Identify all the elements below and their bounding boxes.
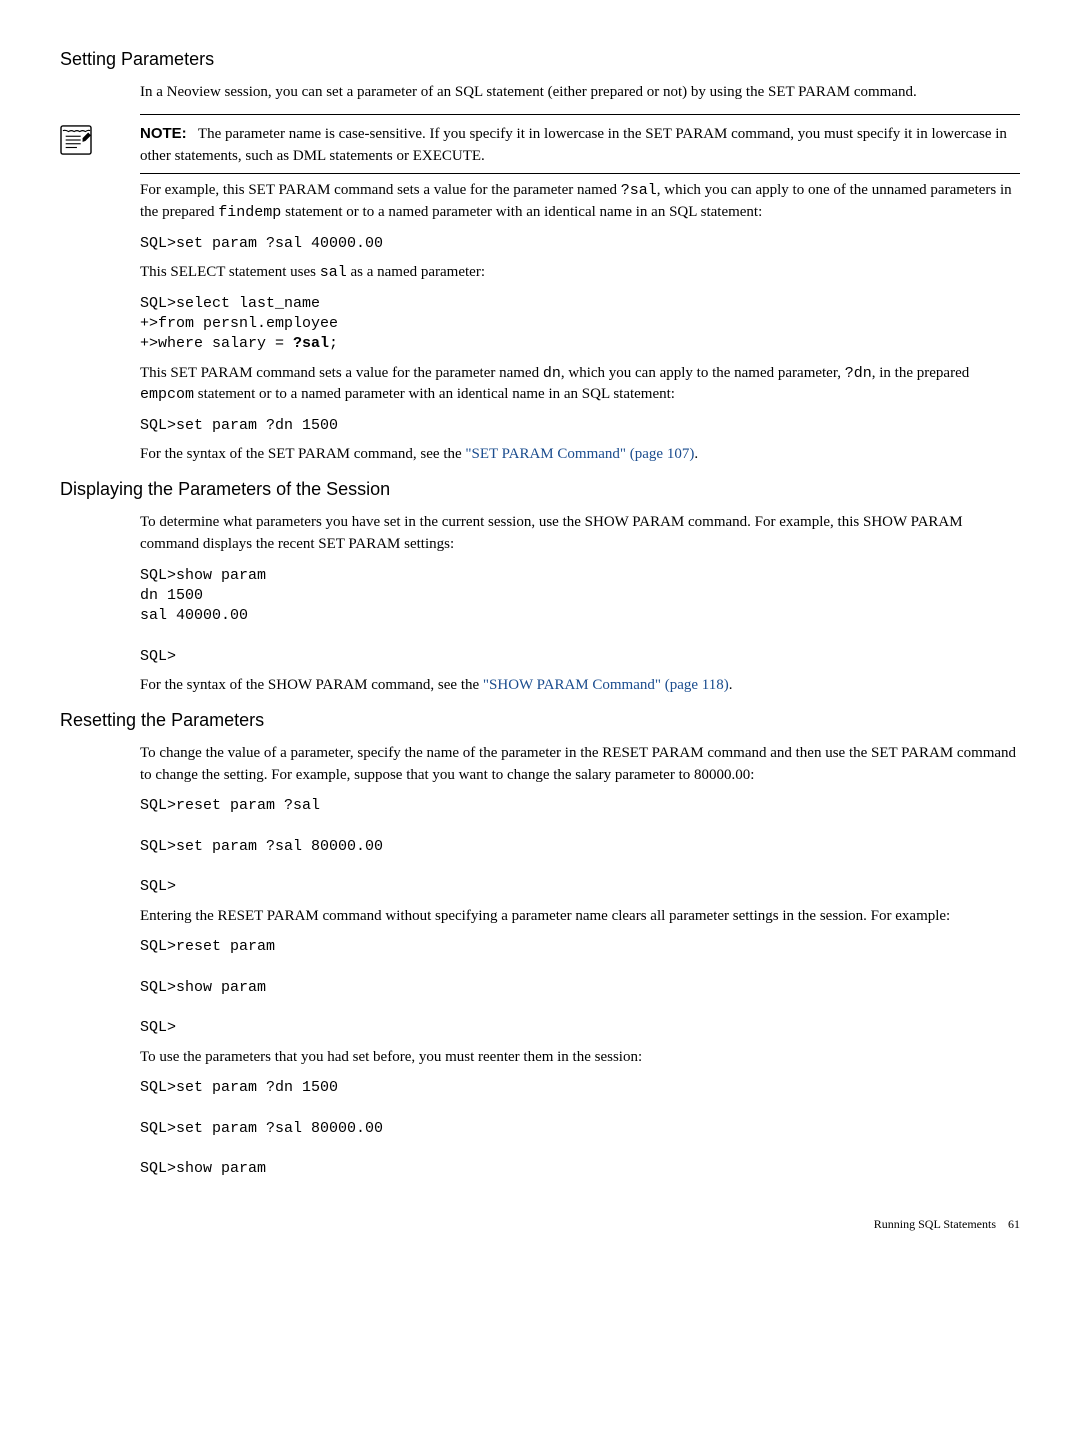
paragraph: To determine what parameters you have se… <box>140 512 1020 556</box>
note-icon <box>60 125 92 163</box>
paragraph: Entering the RESET PARAM command without… <box>140 906 1020 928</box>
heading-displaying-parameters: Displaying the Parameters of the Session <box>60 476 1020 502</box>
note-label: NOTE: <box>140 125 187 142</box>
paragraph: For example, this SET PARAM command sets… <box>140 180 1020 224</box>
paragraph: To use the parameters that you had set b… <box>140 1047 1020 1069</box>
note-block: NOTE: The parameter name is case-sensiti… <box>60 123 1020 168</box>
page-footer: Running SQL Statements 61 <box>60 1216 1020 1233</box>
inline-code: dn <box>543 365 561 382</box>
note-body: The parameter name is case-sensitive. If… <box>140 126 1007 164</box>
page-number: 61 <box>1008 1217 1020 1231</box>
code-block: SQL>reset param SQL>show param SQL> <box>140 937 1020 1038</box>
divider <box>140 114 1020 115</box>
inline-code: ?sal <box>621 182 657 199</box>
inline-code: findemp <box>218 204 281 221</box>
code-block: SQL>select last_name +>from persnl.emplo… <box>140 294 1020 355</box>
paragraph: This SELECT statement uses sal as a name… <box>140 262 1020 284</box>
heading-setting-parameters: Setting Parameters <box>60 46 1020 72</box>
paragraph: In a Neoview session, you can set a para… <box>140 82 1020 104</box>
code-block: SQL>show param dn 1500 sal 40000.00 SQL> <box>140 566 1020 667</box>
heading-resetting-parameters: Resetting the Parameters <box>60 707 1020 733</box>
inline-code: empcom <box>140 386 194 403</box>
code-block: SQL>set param ?dn 1500 SQL>set param ?sa… <box>140 1078 1020 1179</box>
inline-code: ?dn <box>845 365 872 382</box>
code-block: SQL>set param ?dn 1500 <box>140 416 1020 436</box>
divider <box>140 173 1020 174</box>
link-show-param-command[interactable]: "SHOW PARAM Command" (page 118) <box>483 677 729 693</box>
code-block: SQL>set param ?sal 40000.00 <box>140 234 1020 254</box>
footer-label: Running SQL Statements <box>874 1217 996 1231</box>
paragraph: For the syntax of the SET PARAM command,… <box>140 444 1020 466</box>
paragraph: This SET PARAM command sets a value for … <box>140 363 1020 407</box>
inline-code: sal <box>320 264 347 281</box>
link-set-param-command[interactable]: "SET PARAM Command" (page 107) <box>465 446 694 462</box>
paragraph: To change the value of a parameter, spec… <box>140 743 1020 787</box>
code-block: SQL>reset param ?sal SQL>set param ?sal … <box>140 796 1020 897</box>
paragraph: For the syntax of the SHOW PARAM command… <box>140 675 1020 697</box>
